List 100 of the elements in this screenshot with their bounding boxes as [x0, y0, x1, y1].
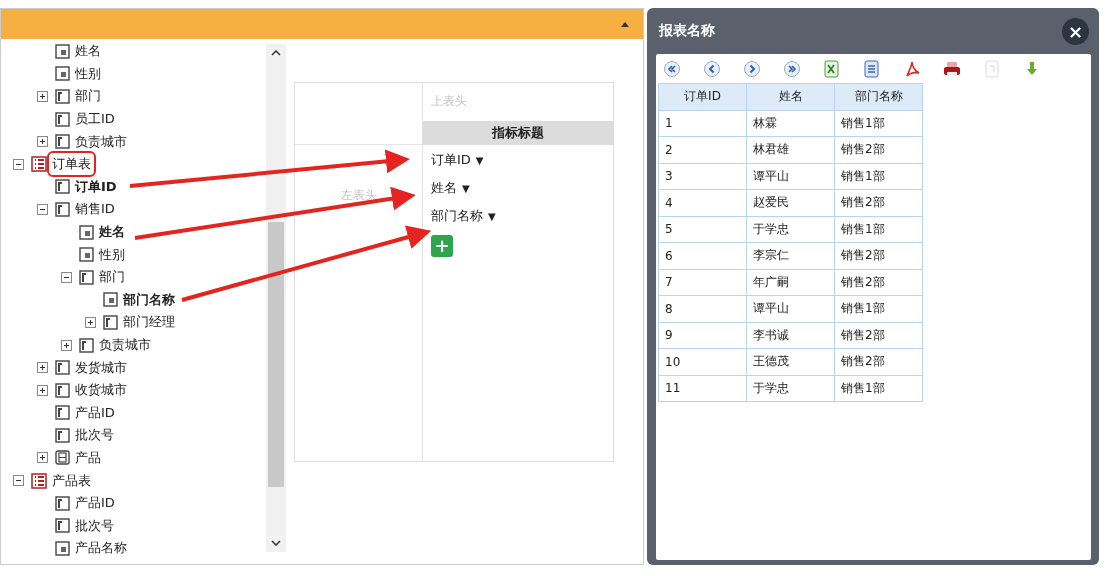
table-cell: 销售2部	[834, 242, 923, 269]
table-cell: 销售2部	[834, 322, 923, 349]
field-icon	[55, 179, 70, 195]
field-node[interactable]: 性别	[73, 63, 103, 84]
field-node[interactable]: 部门	[73, 86, 103, 107]
field-node[interactable]: 姓名	[97, 222, 127, 243]
field-icon	[79, 337, 94, 353]
table-cell: 销售1部	[834, 375, 923, 402]
expand-toggle[interactable]	[37, 452, 48, 464]
table-cell: 销售2部	[834, 348, 923, 375]
field-node[interactable]: 收货城市	[73, 380, 129, 401]
field-node[interactable]: 订单ID	[73, 176, 119, 197]
field-node[interactable]: 产品名称	[73, 538, 129, 559]
collapse-toggle[interactable]	[37, 203, 48, 215]
field-node[interactable]: 产品ID	[73, 402, 117, 423]
dropdown-caret[interactable]: ▼	[462, 182, 470, 194]
attribute-icon	[55, 540, 70, 556]
field-node[interactable]: 负责城市	[73, 131, 129, 152]
field-icon	[55, 89, 70, 104]
field-node[interactable]: 部门	[97, 267, 127, 288]
next-page-icon[interactable]	[743, 60, 761, 78]
table-icon	[31, 472, 47, 489]
table-node[interactable]: 产品表	[50, 470, 93, 491]
collapse-toggle[interactable]	[13, 158, 24, 170]
previous-page-icon[interactable]	[703, 60, 721, 78]
field-node[interactable]: 部门经理	[121, 312, 177, 333]
table-cell: 2	[658, 136, 747, 163]
field-icon	[55, 405, 70, 421]
table-cell: 7	[658, 269, 747, 296]
attribute-icon	[79, 224, 94, 240]
table-cell: 销售1部	[834, 216, 923, 243]
close-button[interactable]: ×	[1062, 17, 1089, 45]
scroll-down-icon[interactable]	[271, 540, 281, 546]
collapse-toggle[interactable]	[13, 475, 24, 487]
table-cell: 3	[658, 163, 747, 190]
field-icon	[55, 111, 70, 127]
field-node[interactable]: 批次号	[73, 425, 116, 446]
metric-label[interactable]: 订单ID	[431, 151, 471, 169]
table-cell: 李书诚	[746, 322, 835, 349]
field-icon	[79, 269, 94, 285]
expand-toggle[interactable]	[37, 136, 48, 148]
metric-header: 指标标题	[423, 121, 613, 145]
field-node[interactable]: 销售ID	[73, 199, 117, 220]
table-cell: 销售2部	[834, 136, 923, 163]
table-cell: 销售2部	[834, 189, 923, 216]
collapse-icon[interactable]	[621, 21, 629, 27]
table-node[interactable]: 订单表	[50, 154, 93, 175]
attribute-icon	[103, 292, 118, 308]
expand-toggle[interactable]	[37, 362, 48, 374]
table-cell: 王德茂	[746, 348, 835, 375]
field-node[interactable]: 姓名	[73, 41, 103, 62]
field-icon	[55, 134, 70, 150]
scrollbar[interactable]	[266, 44, 286, 552]
pdf-export-icon[interactable]	[903, 60, 921, 78]
attribute-icon	[55, 66, 70, 82]
spreadsheet-export-icon[interactable]	[823, 60, 841, 78]
field-node[interactable]: 负责城市	[97, 335, 153, 355]
scroll-up-icon[interactable]	[271, 50, 281, 56]
print-icon[interactable]	[943, 60, 961, 78]
field-icon	[55, 382, 70, 398]
field-node[interactable]: 批次号	[73, 515, 116, 536]
dropdown-caret[interactable]: ▼	[488, 210, 496, 222]
table-cell: 李宗仁	[746, 242, 835, 269]
table-cell: 9	[658, 322, 747, 349]
field-node[interactable]: 部门名称	[121, 289, 177, 310]
column-header[interactable]: 部门名称	[834, 83, 923, 110]
last-page-icon[interactable]	[783, 60, 801, 78]
field-icon	[55, 360, 70, 376]
dropdown-caret[interactable]: ▼	[475, 154, 484, 166]
field-icon	[103, 314, 118, 330]
expand-toggle[interactable]	[61, 339, 72, 351]
metric-label[interactable]: 姓名	[431, 179, 457, 197]
expand-toggle[interactable]	[37, 91, 48, 102]
document-export-icon[interactable]	[863, 60, 881, 78]
table-cell: 销售1部	[834, 295, 923, 322]
table-cell: 于学忠	[746, 216, 835, 243]
expand-toggle[interactable]	[85, 316, 96, 328]
table-cell: 于学忠	[746, 375, 835, 402]
first-page-icon[interactable]	[663, 60, 681, 78]
field-node[interactable]: 产品ID	[73, 493, 117, 514]
group-icon	[55, 450, 70, 466]
table-cell: 销售1部	[834, 163, 923, 190]
table-icon	[31, 156, 47, 173]
field-node[interactable]: 产品	[73, 448, 103, 468]
collapse-toggle[interactable]	[61, 271, 72, 283]
table-cell: 1	[658, 110, 747, 137]
field-node[interactable]: 发货城市	[73, 357, 129, 378]
table-cell: 年广嗣	[746, 269, 835, 296]
attribute-icon	[55, 43, 70, 59]
table-cell: 赵爱民	[746, 189, 835, 216]
expand-toggle[interactable]	[37, 384, 48, 396]
table-cell: 11	[658, 375, 747, 402]
field-node[interactable]: 性别	[97, 244, 127, 265]
metric-label[interactable]: 部门名称	[431, 207, 483, 225]
column-header[interactable]: 姓名	[746, 83, 835, 110]
column-header[interactable]: 订单ID	[658, 83, 747, 110]
table-cell: 林霖	[746, 110, 835, 137]
table-cell: 林君雄	[746, 136, 835, 163]
field-node[interactable]: 员工ID	[73, 109, 117, 130]
table-cell: 5	[658, 216, 747, 243]
